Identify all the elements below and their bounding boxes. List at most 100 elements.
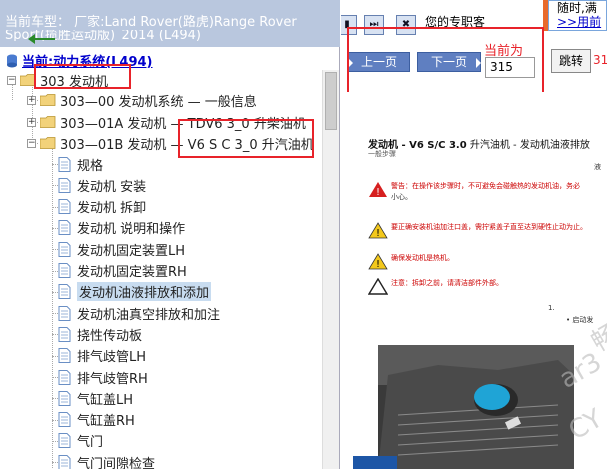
collapse-icon[interactable]: − <box>7 75 16 85</box>
tree-folder[interactable]: − 303—01B 发动机 — V6 S C 3_0 升汽油机 <box>27 133 314 153</box>
page-icon <box>58 412 71 428</box>
prev-page-button[interactable]: 上一页 <box>348 52 410 72</box>
page-icon <box>58 454 71 469</box>
blue-badge <box>353 456 397 469</box>
tree-page-label: 发动机油液排放和添加 <box>77 282 212 302</box>
page-icon <box>58 177 71 193</box>
document-view: 发动机 - V6 S/C 3.0 升汽油机 - 发动机油液排放 一般步骤 液 !… <box>341 92 607 469</box>
page-icon <box>58 348 71 364</box>
tree-folder-label: 303—00 发动机系统 — 一般信息 <box>60 94 257 110</box>
promo-link[interactable]: >>用前 <box>557 15 606 29</box>
tree-page-label: 排气歧管RH <box>77 371 148 387</box>
current-system-label: 当前:动力系统(L494) <box>22 55 153 70</box>
step-number: 1. <box>548 304 555 312</box>
folder-icon <box>20 74 36 86</box>
prev-arrow-icon <box>348 58 353 68</box>
expand-icon[interactable]: + <box>27 117 36 127</box>
caution-text: 要正确安装机油加注口盖，需拧紧盖子直至达到硬性止动为止。 <box>391 223 587 231</box>
doc-title: 发动机 - V6 S/C 3.0 升汽油机 - 发动机油液排放 <box>368 136 590 151</box>
tree-folder-label: 303—01A 发动机 — TDV6 3_0 升柴油机 <box>60 116 306 132</box>
tree-root-label: 303 发动机 <box>40 74 108 90</box>
collapse-icon[interactable]: − <box>27 138 36 148</box>
tree-folder-label: 303—01B 发动机 — V6 S C 3_0 升汽油机 <box>60 137 314 153</box>
tree-scrollbar[interactable] <box>322 70 339 469</box>
tree-folder[interactable]: +303—00 发动机系统 — 一般信息 <box>27 90 257 110</box>
tree-page[interactable]: 排气歧管RH <box>58 367 148 387</box>
note-notice: 注意：拆卸之前，请清洁部件外部。 <box>368 278 503 295</box>
page-icon <box>58 220 71 236</box>
scrollbar-thumb[interactable] <box>325 72 337 130</box>
tree-page-label: 发动机 安装 <box>77 179 147 195</box>
page-icon <box>58 263 71 278</box>
tree-page-label: 发动机 说明和操作 <box>77 222 186 238</box>
folder-icon <box>40 137 56 149</box>
caution-notice-2: ! 确保发动机是热机。 <box>368 253 454 270</box>
back-arrow-icon[interactable] <box>28 33 56 45</box>
caution-text-2: 确保发动机是热机。 <box>391 254 454 262</box>
svg-text:!: ! <box>376 228 380 239</box>
tree-page[interactable]: 挠性传动板 <box>58 324 142 344</box>
caution-icon: ! <box>368 222 388 239</box>
database-icon <box>7 54 17 67</box>
folder-icon <box>40 116 56 128</box>
page-icon <box>58 433 71 449</box>
tree-page-label: 气门 <box>77 435 104 451</box>
tree-page-label: 发动机 拆卸 <box>77 201 147 217</box>
tree-page-label: 排气歧管LH <box>77 350 147 366</box>
left-panel: 当前车型： 厂家:Land Rover(路虎)Range Rover Sport… <box>0 0 340 469</box>
tree-page[interactable]: 发动机 说明和操作 <box>58 218 185 238</box>
note-icon <box>368 278 388 295</box>
page-number-indicator: 315 <box>593 53 607 67</box>
vehicle-model-bar: 当前车型： 厂家:Land Rover(路虎)Range Rover Sport… <box>0 0 340 47</box>
page-icon <box>58 156 71 172</box>
tree-page[interactable]: 规格 <box>58 154 103 174</box>
tree-page-label: 挠性传动板 <box>77 328 143 344</box>
page-icon <box>58 241 71 257</box>
warning-text-cont: 小心。 <box>391 193 412 201</box>
tree-page[interactable]: 发动机 安装 <box>58 175 146 195</box>
tree-page[interactable]: 排气歧管LH <box>58 346 146 366</box>
next-arrow-icon <box>476 58 481 68</box>
caution-notice: ! 要正确安装机油加注口盖，需拧紧盖子直至达到硬性止动为止。 <box>368 222 587 239</box>
page-number-input[interactable]: 315 <box>485 57 535 78</box>
tree-page[interactable]: 发动机固定装置LH <box>58 239 185 259</box>
current-system-link[interactable]: 当前:动力系统(L494) <box>6 51 153 70</box>
engine-photo <box>378 345 574 469</box>
toolbar-stop-icon[interactable]: ✖ <box>396 15 416 35</box>
page-icon <box>58 284 71 300</box>
tree-page-label: 气缸盖LH <box>77 392 134 408</box>
tree-page[interactable]: 气缸盖LH <box>58 388 133 408</box>
warning-notice: ! 警告：在操作该步骤时，不可避免会碰触热的发动机油，务必 小心。 <box>368 181 580 203</box>
toolbar-first-icon[interactable]: ▮ <box>341 15 357 35</box>
toolbar-next-icon[interactable]: ⏭ <box>364 15 384 35</box>
tree-page-label: 气门间隙检查 <box>77 456 156 469</box>
tree-page[interactable]: 发动机固定装置RH <box>58 261 187 281</box>
tree-page[interactable]: 发动机油真空排放和加注 <box>58 303 220 323</box>
tree-page[interactable]: 气门间隙检查 <box>58 452 155 469</box>
tree-page[interactable]: 发动机油液排放和添加 <box>58 282 212 302</box>
tree-page-label: 发动机固定装置RH <box>77 265 187 280</box>
next-page-button[interactable]: 下一页 <box>417 52 481 72</box>
tree-page-label: 规格 <box>77 158 104 174</box>
page-icon <box>58 369 71 385</box>
warning-icon: ! <box>369 182 387 198</box>
note-text: 注意：拆卸之前，请清洁部件外部。 <box>391 279 503 287</box>
doc-heading-fragment: 液 <box>594 163 601 171</box>
expert-service-text: 您的专职客 <box>425 15 486 29</box>
jump-button[interactable]: 跳转 <box>551 49 591 73</box>
tree-page[interactable]: 气门 <box>58 431 103 451</box>
prev-page-label: 上一页 <box>360 55 397 69</box>
tree-page[interactable]: 发动机 拆卸 <box>58 197 146 217</box>
caution-icon: ! <box>368 253 388 270</box>
tree-page-label: 发动机油真空排放和加注 <box>77 307 221 323</box>
page-icon <box>58 390 71 406</box>
tree-root[interactable]: − 303 发动机 <box>7 70 108 90</box>
promo-card[interactable]: 随时,满 >>用前 <box>548 0 607 31</box>
vehicle-model-line1: 当前车型： 厂家:Land Rover(路虎)Range Rover <box>5 15 297 30</box>
tree-page-label: 发动机固定装置LH <box>77 243 186 259</box>
promo-text: 随时,满 <box>557 1 597 15</box>
tree-page[interactable]: 气缸盖RH <box>58 410 135 430</box>
tree-folder[interactable]: +303—01A 发动机 — TDV6 3_0 升柴油机 <box>27 112 306 132</box>
next-page-label: 下一页 <box>430 55 467 69</box>
expand-icon[interactable]: + <box>27 95 36 105</box>
